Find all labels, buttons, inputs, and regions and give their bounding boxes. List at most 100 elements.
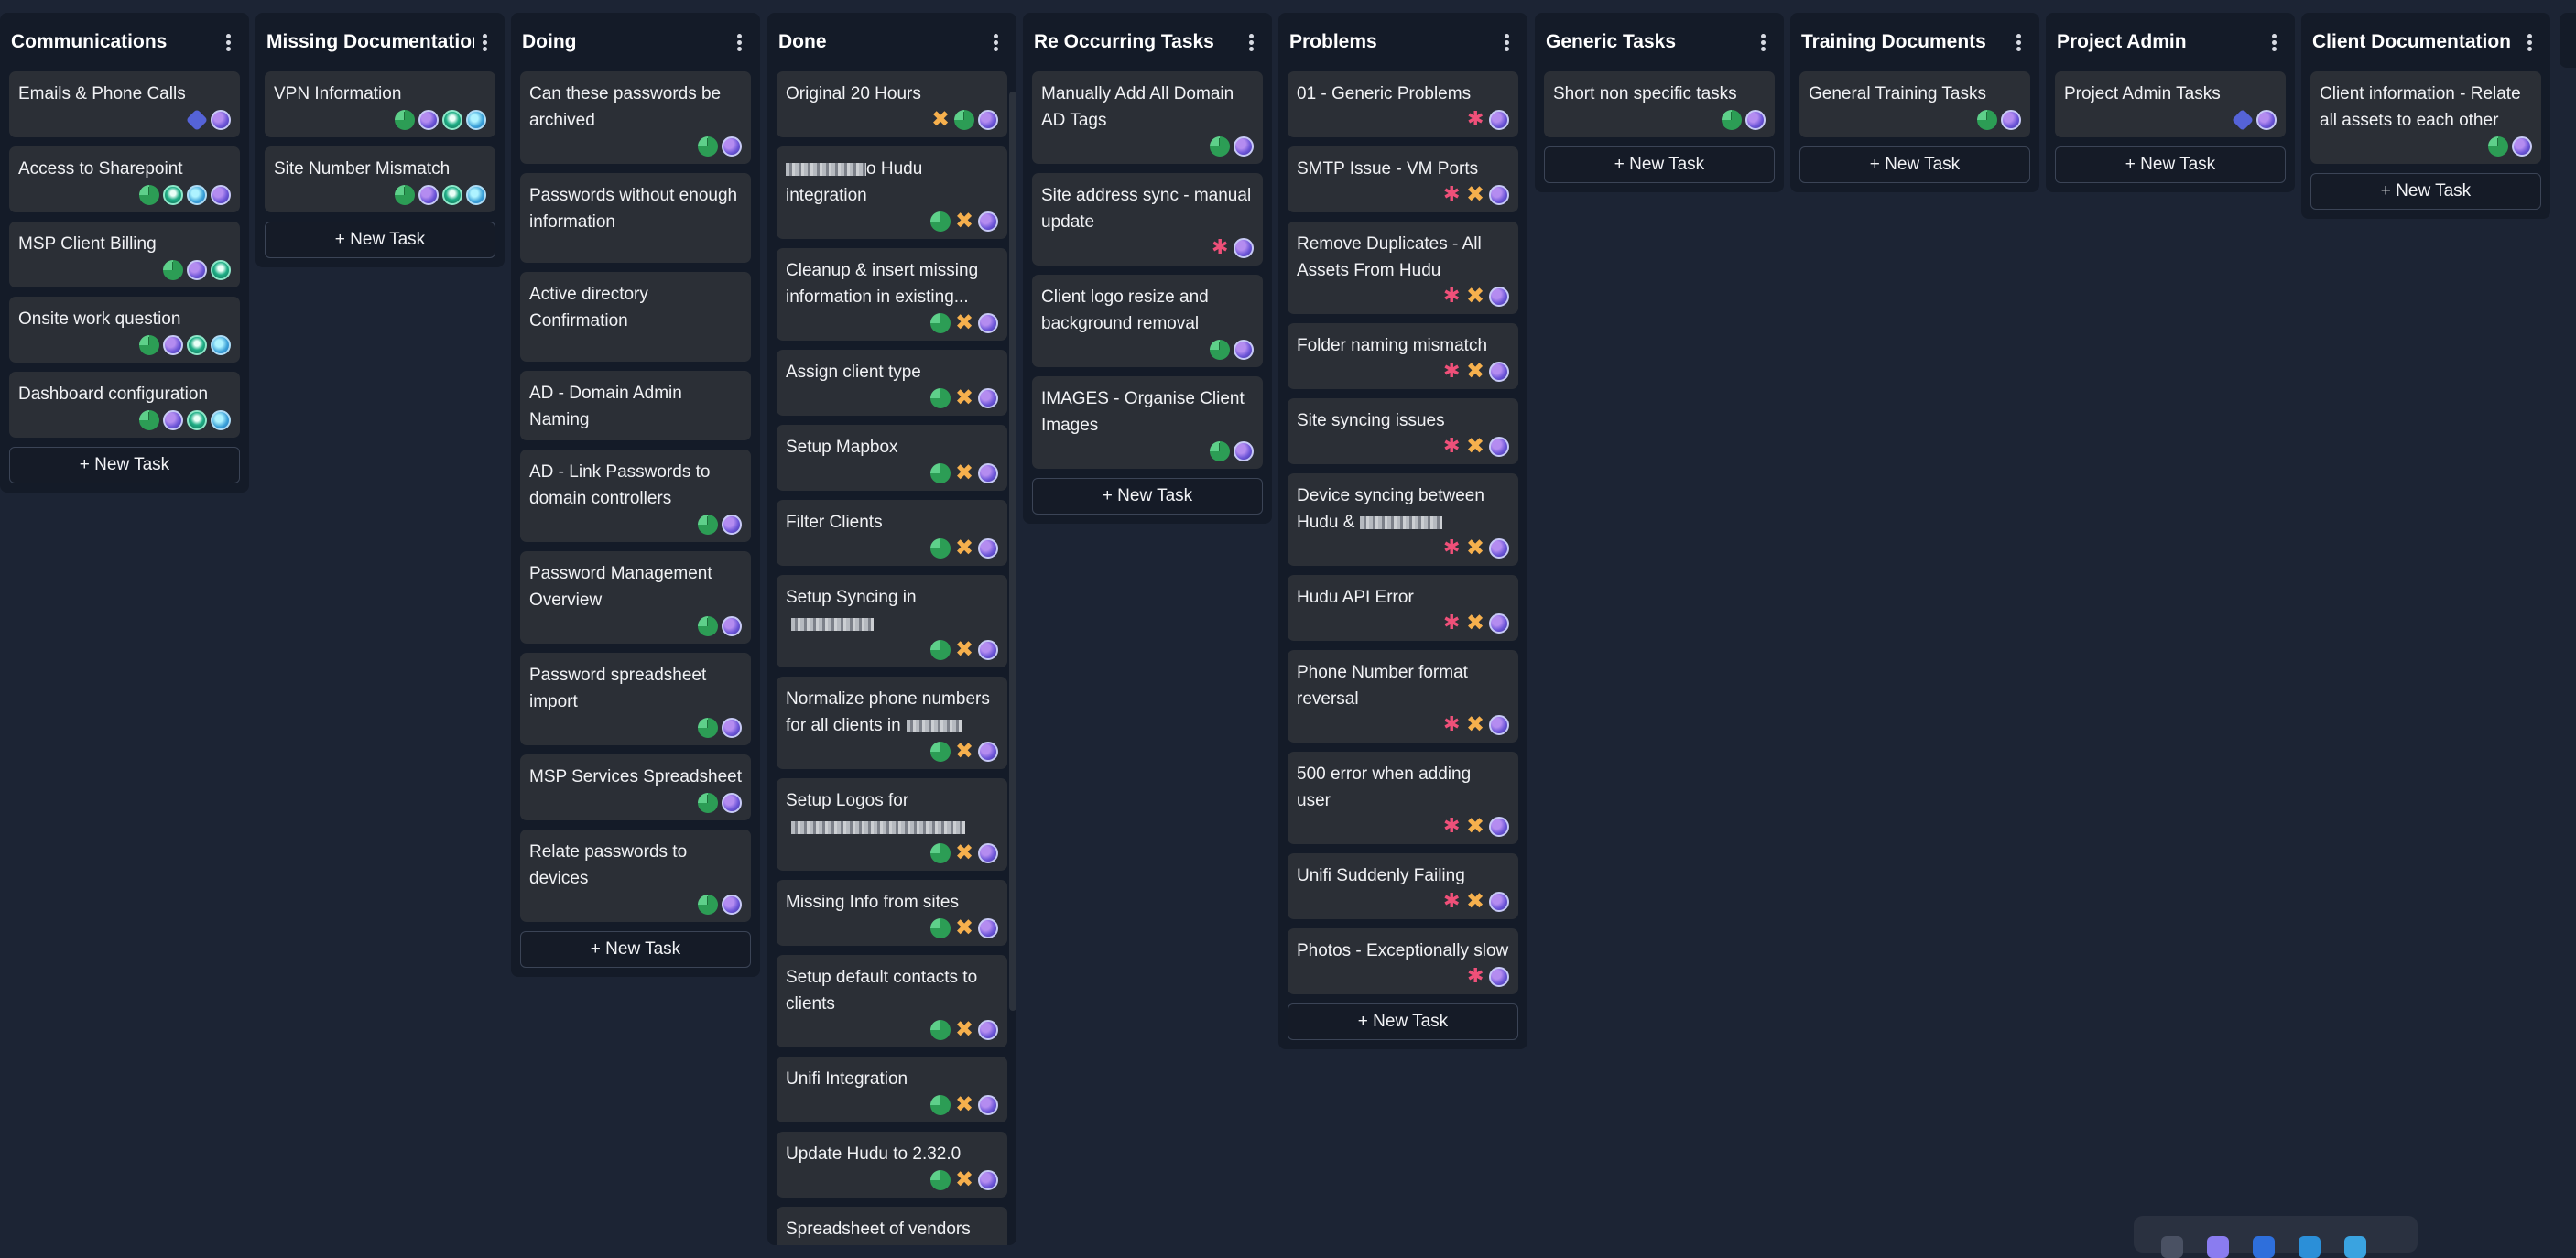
new-task-button[interactable]: + New Task (1288, 1003, 1518, 1040)
puzzle-icon (1465, 283, 1485, 309)
task-card[interactable]: Setup default contacts to clients (777, 955, 1007, 1047)
dock-app-icon[interactable] (2207, 1236, 2229, 1258)
task-card[interactable]: Spreadsheet of vendors (777, 1207, 1007, 1245)
column-menu-icon[interactable] (1241, 28, 1261, 56)
avatar-icon (1489, 437, 1509, 457)
task-card[interactable]: Relate passwords to devices (520, 830, 751, 922)
task-card[interactable]: Dashboard configuration (9, 372, 240, 438)
task-card[interactable]: Site address sync - manual update (1032, 173, 1263, 266)
task-card[interactable]: Short non specific tasks (1544, 71, 1775, 137)
task-card[interactable]: Site Number Mismatch (265, 146, 495, 212)
puzzle-icon (1465, 610, 1485, 636)
task-card[interactable]: AD - Link Passwords to domain controller… (520, 450, 751, 542)
task-card[interactable]: Client information - Relate all assets t… (2310, 71, 2541, 164)
next-column-peek[interactable] (2560, 13, 2576, 68)
task-card[interactable]: SMTP Issue - VM Ports (1288, 146, 1518, 212)
column-menu-icon[interactable] (474, 28, 494, 56)
status-pie-icon (698, 136, 718, 157)
puzzle-icon (1465, 813, 1485, 840)
task-card[interactable]: Setup Logos for (777, 778, 1007, 871)
task-card[interactable]: Passwords without enough information (520, 173, 751, 263)
tag-icon (185, 108, 209, 132)
new-task-button[interactable]: + New Task (2055, 146, 2286, 183)
task-card[interactable]: Password spreadsheet import (520, 653, 751, 745)
task-card[interactable]: Setup Mapbox (777, 425, 1007, 491)
avatar-icon (1234, 441, 1254, 461)
task-card[interactable]: Original 20 Hours (777, 71, 1007, 137)
task-card[interactable]: Unifi Suddenly Failing (1288, 853, 1518, 919)
task-title: Unifi Integration (786, 1066, 998, 1092)
task-card[interactable]: Client logo resize and background remova… (1032, 275, 1263, 367)
flower-icon (1441, 536, 1462, 559)
task-title: Password Management Overview (529, 560, 742, 613)
task-card[interactable]: Password Management Overview (520, 551, 751, 644)
column-menu-icon[interactable] (2519, 28, 2539, 56)
task-card[interactable]: IMAGES - Organise Client Images (1032, 376, 1263, 469)
task-card[interactable]: Setup Syncing in (777, 575, 1007, 667)
dock-app-icon[interactable] (2299, 1236, 2321, 1258)
dock-app-icon[interactable] (2344, 1236, 2366, 1258)
puzzle-icon (1465, 358, 1485, 385)
task-card[interactable]: o Hudu integration (777, 146, 1007, 239)
task-card[interactable]: Filter Clients (777, 500, 1007, 566)
team-icon (442, 110, 462, 130)
task-card[interactable]: Photos - Exceptionally slow (1288, 928, 1518, 994)
column-menu-icon[interactable] (729, 28, 749, 56)
task-card[interactable]: Can these passwords be archived (520, 71, 751, 164)
new-task-button[interactable]: + New Task (265, 222, 495, 258)
column-menu-icon[interactable] (2264, 28, 2284, 56)
status-pie-icon (139, 335, 159, 355)
new-task-button[interactable]: + New Task (2310, 173, 2541, 210)
task-title-text: Cleanup & insert missing information in … (786, 261, 979, 307)
puzzle-icon (1465, 433, 1485, 460)
new-task-button[interactable]: + New Task (1032, 478, 1263, 515)
task-card[interactable]: Unifi Integration (777, 1057, 1007, 1122)
column-title: Project Admin (2057, 31, 2187, 52)
column-menu-icon[interactable] (2008, 28, 2028, 56)
task-card[interactable]: Manually Add All Domain AD Tags (1032, 71, 1263, 164)
task-card[interactable]: MSP Client Billing (9, 222, 240, 287)
task-card[interactable]: Phone Number format reversal (1288, 650, 1518, 743)
task-card[interactable]: Project Admin Tasks (2055, 71, 2286, 137)
column-menu-icon[interactable] (1753, 28, 1773, 56)
task-card[interactable]: Device syncing between Hudu & (1288, 473, 1518, 566)
task-card[interactable]: Assign client type (777, 350, 1007, 416)
task-card[interactable]: Normalize phone numbers for all clients … (777, 677, 1007, 769)
task-card[interactable]: 500 error when adding user (1288, 752, 1518, 844)
team-icon (211, 260, 231, 280)
column-menu-icon[interactable] (218, 28, 238, 56)
task-card[interactable]: Active directory Confirmation (520, 272, 751, 362)
column-menu-icon[interactable] (985, 28, 1005, 56)
task-card[interactable]: VPN Information (265, 71, 495, 137)
task-card[interactable]: Update Hudu to 2.32.0 (777, 1132, 1007, 1198)
task-card[interactable]: Emails & Phone Calls (9, 71, 240, 137)
task-card[interactable]: Remove Duplicates - All Assets From Hudu (1288, 222, 1518, 314)
column-scrollbar[interactable] (1009, 92, 1016, 1011)
task-title: AD - Link Passwords to domain controller… (529, 459, 742, 512)
task-card[interactable]: General Training Tasks (1799, 71, 2030, 137)
task-card[interactable]: Cleanup & insert missing information in … (777, 248, 1007, 341)
column-menu-icon[interactable] (1496, 28, 1516, 56)
task-card[interactable]: Site syncing issues (1288, 398, 1518, 464)
task-icons (1297, 535, 1509, 561)
dock-app-icon[interactable] (2253, 1236, 2275, 1258)
task-card[interactable]: Access to Sharepoint (9, 146, 240, 212)
status-pie-icon (930, 1170, 951, 1190)
task-card[interactable]: Folder naming mismatch (1288, 323, 1518, 389)
task-card[interactable]: AD - Domain Admin Naming (520, 371, 751, 440)
new-task-button[interactable]: + New Task (9, 447, 240, 483)
task-icons (1297, 358, 1509, 385)
dock-app-icon[interactable] (2161, 1236, 2183, 1258)
new-task-button[interactable]: + New Task (1799, 146, 2030, 183)
new-task-button[interactable]: + New Task (1544, 146, 1775, 183)
task-card[interactable]: 01 - Generic Problems (1288, 71, 1518, 137)
task-title-text: Password Management Overview (529, 564, 712, 610)
task-card[interactable]: MSP Services Spreadsheet (520, 754, 751, 820)
task-title-text: VPN Information (274, 84, 402, 103)
task-title: Project Admin Tasks (2064, 81, 2277, 107)
new-task-button[interactable]: + New Task (520, 931, 751, 968)
task-title: Setup default contacts to clients (786, 964, 998, 1017)
task-card[interactable]: Hudu API Error (1288, 575, 1518, 641)
task-card[interactable]: Missing Info from sites (777, 880, 1007, 946)
task-card[interactable]: Onsite work question (9, 297, 240, 363)
